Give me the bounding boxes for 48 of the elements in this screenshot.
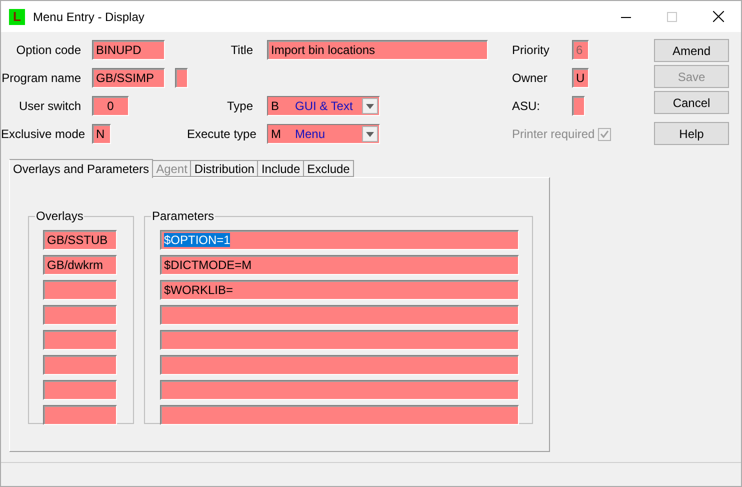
- dropdown-field[interactable]: M Menu: [267, 124, 380, 144]
- input-field[interactable]: [160, 330, 519, 350]
- field-label: Option code: [15, 43, 81, 57]
- input-field[interactable]: BINUPD: [92, 40, 165, 60]
- field-label: Owner: [512, 71, 548, 85]
- input-field[interactable]: [160, 380, 519, 400]
- input-field[interactable]: [160, 405, 519, 425]
- input-field[interactable]: N: [92, 124, 111, 144]
- input-field[interactable]: [43, 355, 117, 375]
- input-field[interactable]: [43, 405, 117, 425]
- input-field[interactable]: GB/dwkrm: [43, 255, 117, 275]
- input-field[interactable]: [160, 305, 519, 325]
- tab[interactable]: Distribution: [191, 160, 258, 177]
- field-label: Printer required: [512, 127, 594, 141]
- group-title: Overlays: [35, 209, 84, 223]
- input-field[interactable]: [43, 280, 117, 300]
- group-title: Parameters: [151, 209, 216, 223]
- dropdown-field[interactable]: B GUI & Text: [267, 96, 380, 116]
- input-field[interactable]: 0: [92, 96, 129, 116]
- field-label: Type: [226, 99, 253, 113]
- app-icon: L: [9, 8, 25, 24]
- dialog-button[interactable]: Cancel: [654, 91, 729, 114]
- dialog-button[interactable]: Amend: [654, 39, 729, 62]
- input-field[interactable]: [572, 96, 585, 116]
- field-label: Title: [230, 43, 253, 57]
- dialog-button[interactable]: Help: [654, 122, 729, 145]
- input-field[interactable]: [43, 380, 117, 400]
- input-field[interactable]: U: [572, 68, 589, 88]
- input-field[interactable]: [160, 355, 519, 375]
- input-field[interactable]: $DICTMODE=M: [160, 255, 519, 275]
- tab[interactable]: Overlays and Parameters: [9, 159, 154, 178]
- input-field[interactable]: $OPTION=1: [160, 230, 519, 250]
- input-field[interactable]: [43, 305, 117, 325]
- input-field[interactable]: GB/SSIMP: [92, 68, 165, 88]
- caret-icon: [366, 104, 374, 108]
- field-label: Priority: [512, 43, 550, 57]
- field-label: Program name: [1, 71, 81, 85]
- input-field[interactable]: GB/SSTUB: [43, 230, 117, 250]
- window-title: Menu Entry - Display: [33, 10, 144, 24]
- tab[interactable]: Include: [258, 160, 304, 177]
- field-label: ASU:: [512, 99, 542, 113]
- tab[interactable]: Exclude: [304, 160, 354, 177]
- input-field[interactable]: Import bin locations: [267, 40, 488, 60]
- field-label: User switch: [18, 99, 81, 113]
- input-field[interactable]: [43, 330, 117, 350]
- caret-icon: [366, 132, 374, 136]
- input-field[interactable]: $WORKLIB=: [160, 280, 519, 300]
- input-field[interactable]: [175, 68, 188, 88]
